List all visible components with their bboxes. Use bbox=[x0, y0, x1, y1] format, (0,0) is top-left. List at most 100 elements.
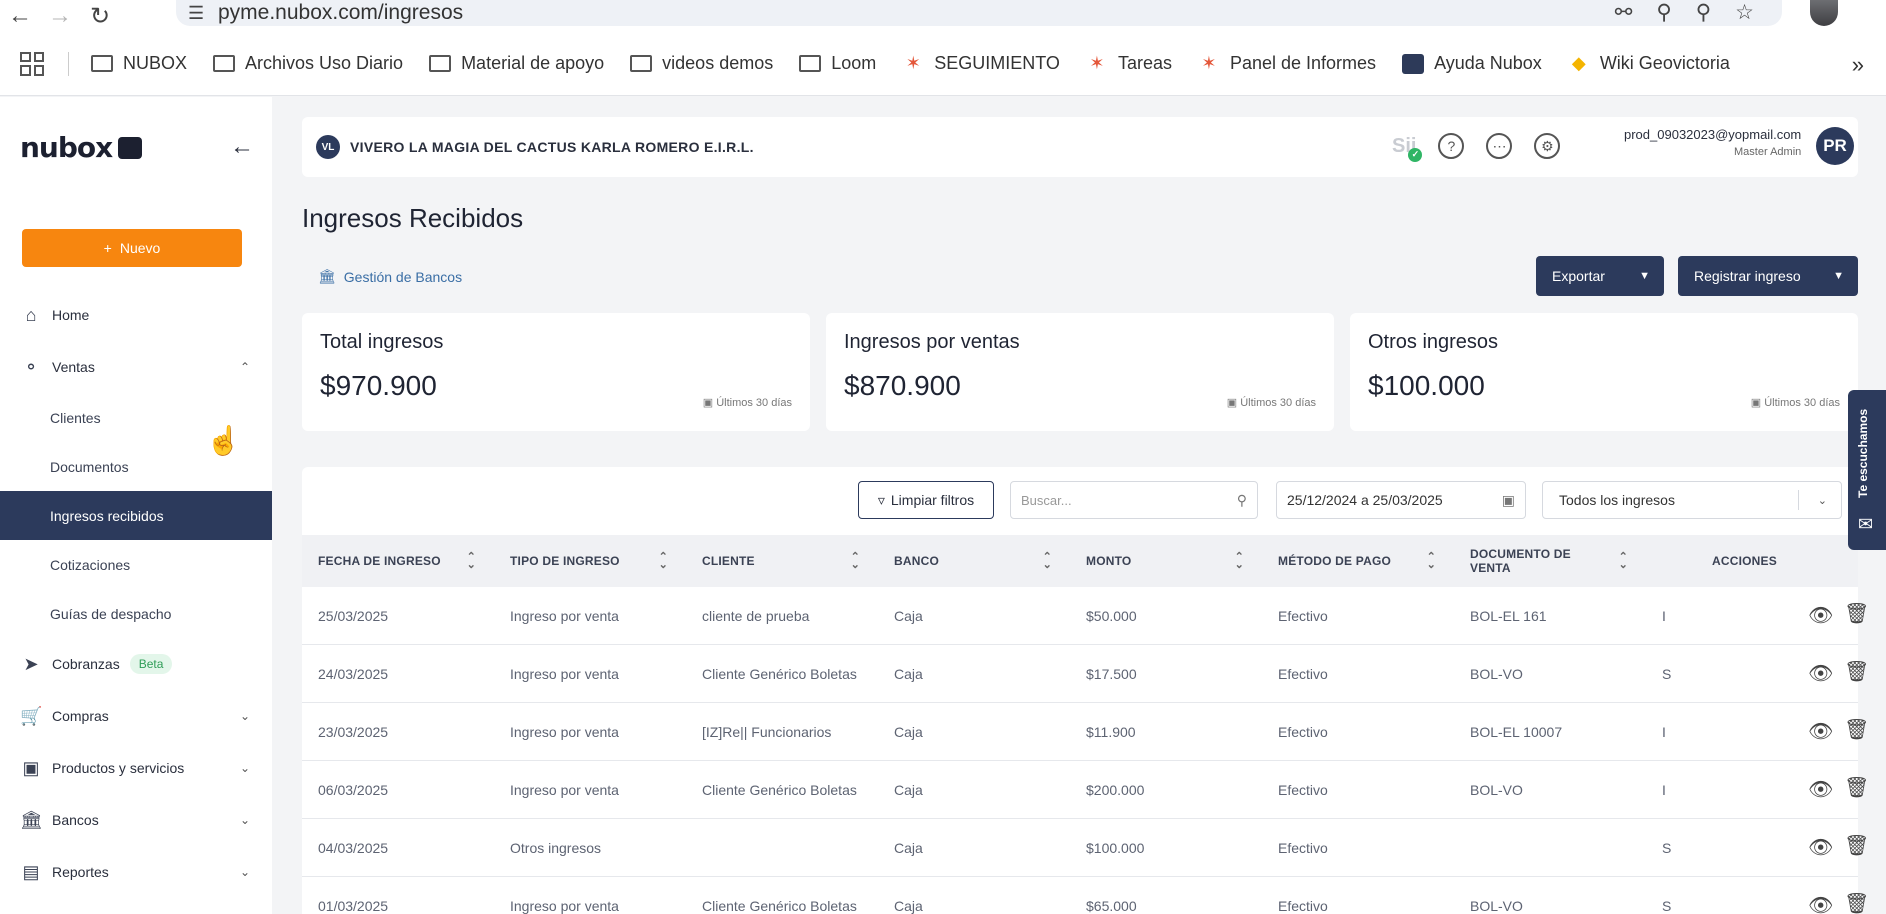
sort-icon[interactable]: ⌃ ⌄ bbox=[659, 552, 668, 571]
feedback-icon: ✉ bbox=[1858, 514, 1874, 534]
view-icon[interactable]: 👁 bbox=[1808, 719, 1833, 744]
sidebar-item-cotizaciones[interactable]: Cotizaciones bbox=[0, 540, 272, 589]
browser-profile-avatar[interactable] bbox=[1810, 0, 1838, 26]
trash-icon[interactable]: 🗑 bbox=[1844, 601, 1869, 626]
chevron-down-icon: ▼ bbox=[1833, 270, 1844, 282]
bookmark-panel[interactable]: ✶ Panel de Informes bbox=[1198, 53, 1376, 74]
column-monto[interactable]: MONTO ⌃ ⌄ bbox=[1086, 535, 1244, 587]
user-avatar[interactable]: PR bbox=[1816, 127, 1854, 165]
chevron-down-icon: ⌄ bbox=[239, 865, 250, 879]
nubox-logo-icon bbox=[118, 136, 143, 159]
table-row: 01/03/2025 Ingreso por venta Cliente Gen… bbox=[302, 877, 1869, 914]
sii-status-icon[interactable]: Sii ✓ bbox=[1392, 135, 1423, 162]
view-icon[interactable]: 👁 bbox=[1808, 661, 1833, 686]
registrar-ingreso-button[interactable]: Registrar ingreso ▼ bbox=[1678, 256, 1858, 296]
column-tipo[interactable]: TIPO DE INGRESO ⌃ ⌄ bbox=[510, 535, 668, 587]
url-text[interactable]: pyme.nubox.com/ingresos bbox=[218, 1, 463, 25]
sidebar-item-compras[interactable]: 🛒 Compras ⌄ bbox=[0, 690, 272, 742]
bookmark-archivos[interactable]: Archivos Uso Diario bbox=[213, 53, 403, 74]
calendar-icon: ▣ bbox=[702, 397, 717, 409]
sort-icon[interactable]: ⌃ ⌄ bbox=[1619, 552, 1628, 571]
sort-icon[interactable]: ⌃ ⌄ bbox=[1427, 552, 1436, 571]
search-input[interactable]: Buscar... ⚲ bbox=[1010, 481, 1258, 519]
star-icon[interactable]: ☆ bbox=[1735, 0, 1754, 25]
bookmark-nubox[interactable]: NUBOX bbox=[91, 53, 187, 74]
tipo-ingreso-select[interactable]: Todos los ingresos ⌄ bbox=[1542, 481, 1842, 519]
company-avatar[interactable]: VL bbox=[316, 135, 340, 159]
bookmark-loom[interactable]: Loom bbox=[799, 53, 876, 74]
sidebar-item-home[interactable]: ⌂ Home bbox=[0, 289, 272, 341]
sort-icon[interactable]: ⌃ ⌄ bbox=[467, 552, 476, 571]
sort-icon[interactable]: ⌃ ⌄ bbox=[1043, 552, 1052, 571]
feedback-tab[interactable]: Te escuchamos ✉ bbox=[1848, 390, 1886, 550]
filter-icon: ▿ bbox=[877, 491, 885, 508]
sidebar-item-reportes[interactable]: ▤ Reportes ⌄ bbox=[0, 846, 272, 898]
reload-icon[interactable]: ↻ bbox=[80, 2, 120, 30]
sidebar-item-guias[interactable]: Guías de despacho bbox=[0, 589, 272, 638]
view-icon[interactable]: 👁 bbox=[1808, 777, 1833, 802]
trash-icon[interactable]: 🗑 bbox=[1844, 891, 1869, 914]
chat-icon[interactable]: ⋯ bbox=[1486, 133, 1513, 159]
main-content: VL VIVERO LA MAGIA DEL CACTUS KARLA ROME… bbox=[272, 97, 1886, 914]
column-documento[interactable]: DOCUMENTO DE VENTA ⌃ ⌄ bbox=[1470, 535, 1628, 587]
key-icon[interactable]: ⚯ bbox=[1615, 0, 1633, 25]
nubox-logo[interactable]: nubox bbox=[20, 131, 143, 164]
bookmark-wiki[interactable]: ◆ Wiki Geovictoria bbox=[1568, 53, 1730, 74]
folder-icon bbox=[799, 55, 822, 72]
sidebar-item-bancos[interactable]: 🏛 Bancos ⌄ bbox=[0, 794, 272, 846]
sidebar-item-productos[interactable]: ▣ Productos y servicios ⌄ bbox=[0, 742, 272, 794]
chevron-down-icon: ▼ bbox=[1639, 270, 1650, 282]
trash-icon[interactable]: 🗑 bbox=[1844, 833, 1869, 858]
view-icon[interactable]: 👁 bbox=[1808, 835, 1833, 860]
bookmark-ayuda[interactable]: Ayuda Nubox bbox=[1402, 53, 1542, 74]
site-settings-icon[interactable]: ☰ bbox=[188, 3, 218, 24]
column-banco[interactable]: BANCO ⌃ ⌄ bbox=[894, 535, 1052, 587]
sidebar: nubox ← + Nuevo ⌂ Home ⚬ Ventas ⌃ Clientes D… bbox=[0, 97, 272, 914]
help-icon[interactable]: ? bbox=[1438, 133, 1465, 159]
sort-icon[interactable]: ⌃ ⌄ bbox=[851, 552, 860, 571]
period-label: ▣ Últimos 30 días bbox=[1226, 397, 1316, 409]
company-name[interactable]: VIVERO LA MAGIA DEL CACTUS KARLA ROMERO … bbox=[350, 139, 754, 155]
bookmark-videos[interactable]: videos demos bbox=[630, 53, 773, 74]
bookmark-material[interactable]: Material de apoyo bbox=[429, 53, 604, 74]
column-fecha[interactable]: FECHA DE INGRESO ⌃ ⌄ bbox=[318, 535, 476, 587]
sidebar-item-ingresos-recibidos[interactable]: Ingresos recibidos bbox=[0, 491, 272, 540]
summary-card-ventas: Ingresos por ventas $870.900 ▣ Últimos 3… bbox=[826, 313, 1334, 431]
table-row: 23/03/2025 Ingreso por venta [IZ]Re|| Fu… bbox=[302, 703, 1869, 761]
location-pin-icon[interactable]: ⚲ bbox=[1696, 0, 1711, 25]
hubspot-icon: ✶ bbox=[1201, 53, 1217, 73]
summary-card-otros: Otros ingresos $100.000 ▣ Últimos 30 día… bbox=[1350, 313, 1858, 431]
column-metodo[interactable]: MÉTODO DE PAGO ⌃ ⌄ bbox=[1278, 535, 1436, 587]
sort-icon[interactable]: ⌃ ⌄ bbox=[1235, 552, 1244, 571]
trash-icon[interactable]: 🗑 bbox=[1844, 775, 1869, 800]
gear-icon[interactable]: ⚙ bbox=[1534, 133, 1561, 159]
forward-arrow-icon[interactable]: → bbox=[40, 2, 80, 30]
exportar-button[interactable]: Exportar ▼ bbox=[1536, 256, 1664, 296]
nuevo-button[interactable]: + Nuevo bbox=[22, 229, 242, 267]
collapse-sidebar-icon[interactable]: ← bbox=[230, 133, 254, 161]
back-arrow-icon[interactable]: ← bbox=[0, 2, 40, 30]
bookmark-tareas[interactable]: ✶ Tareas bbox=[1086, 53, 1172, 74]
table-row: 04/03/2025 Otros ingresos Caja $100.000 … bbox=[302, 819, 1869, 877]
view-icon[interactable]: 👁 bbox=[1808, 603, 1833, 628]
limpiar-filtros-button[interactable]: ▿ Limpiar filtros bbox=[858, 481, 994, 519]
home-icon: ⌂ bbox=[25, 304, 37, 325]
summary-card-total: Total ingresos $970.900 ▣ Últimos 30 día… bbox=[302, 313, 810, 431]
apps-grid-icon[interactable] bbox=[20, 51, 44, 76]
check-icon: ✓ bbox=[1408, 147, 1423, 162]
chevron-down-icon: ⌄ bbox=[1817, 494, 1827, 507]
view-icon[interactable]: 👁 bbox=[1808, 893, 1833, 914]
user-info[interactable]: prod_09032023@yopmail.com Master Admin bbox=[1624, 127, 1801, 158]
column-cliente[interactable]: CLIENTE ⌃ ⌄ bbox=[702, 535, 860, 587]
sidebar-item-cobranzas[interactable]: ➤ Cobranzas Beta bbox=[0, 638, 272, 690]
bookmark-seguimiento[interactable]: ✶ SEGUIMIENTO bbox=[902, 53, 1060, 74]
gestion-bancos-link[interactable]: 🏛 Gestión de Bancos bbox=[318, 268, 462, 285]
trash-icon[interactable]: 🗑 bbox=[1844, 659, 1869, 684]
sidebar-item-ventas[interactable]: ⚬ Ventas ⌃ bbox=[0, 341, 272, 393]
date-range-input[interactable]: 25/12/2024 a 25/03/2025 ▣ bbox=[1276, 481, 1526, 519]
zoom-icon[interactable]: ⚲ bbox=[1656, 0, 1671, 25]
more-bookmarks-icon[interactable]: » bbox=[1852, 52, 1864, 78]
address-bar[interactable]: ☰ pyme.nubox.com/ingresos ⚯ ⚲ ⚲ ☆ bbox=[176, 0, 1782, 26]
table-filters: ▿ Limpiar filtros Buscar... ⚲ 25/12/2024 a… bbox=[302, 467, 1858, 535]
trash-icon[interactable]: 🗑 bbox=[1844, 717, 1869, 742]
